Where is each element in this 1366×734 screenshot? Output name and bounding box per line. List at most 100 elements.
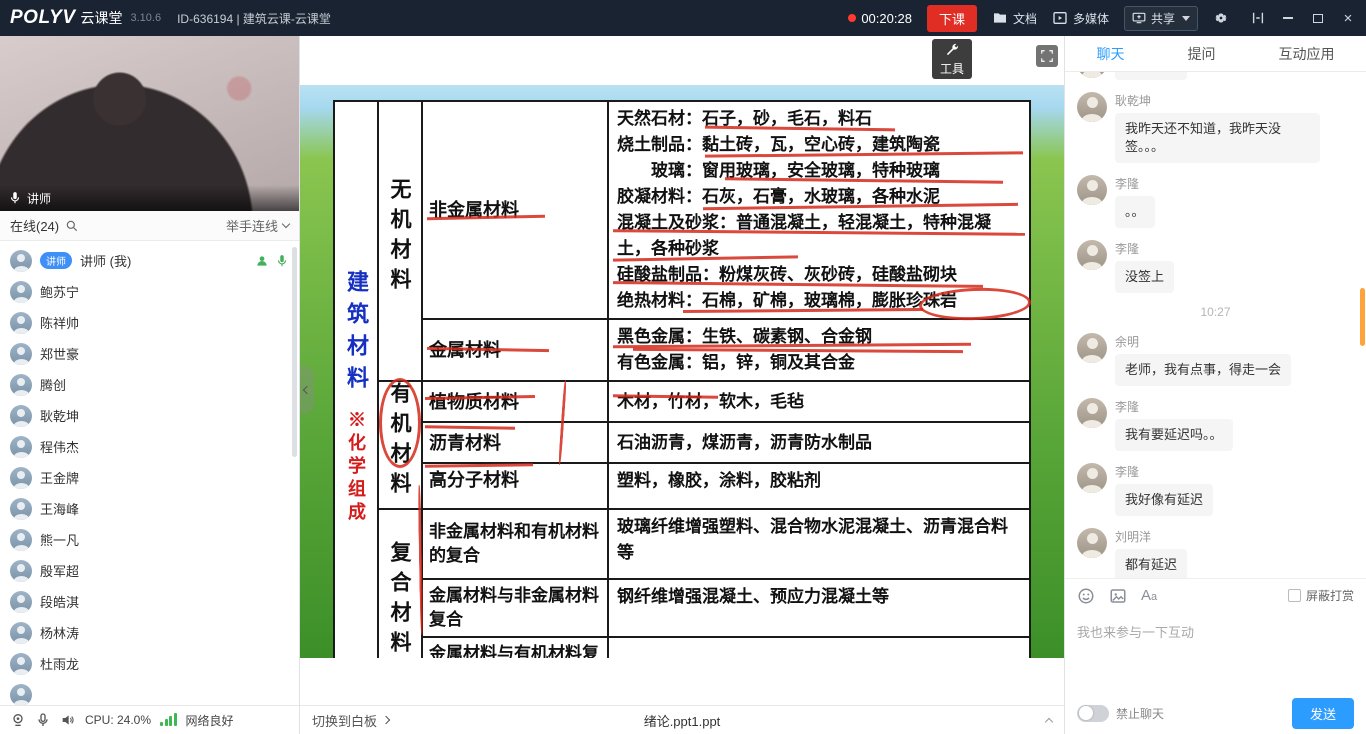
row-label: 非金属材料 bbox=[422, 101, 608, 319]
online-count: 在线(24) bbox=[10, 216, 59, 235]
participant-row[interactable]: 腾创 bbox=[0, 369, 299, 400]
chat-input[interactable] bbox=[1065, 612, 1366, 692]
participant-row[interactable]: 殷军超 bbox=[0, 555, 299, 586]
camera-role-label: 讲师 bbox=[27, 190, 51, 207]
avatar bbox=[10, 653, 32, 675]
participant-name: 陈祥帅 bbox=[40, 313, 79, 332]
avatar bbox=[10, 498, 32, 520]
minimize-button[interactable] bbox=[1280, 10, 1296, 26]
slide-canvas[interactable]: 建筑材料※化学组成 无机材料 非金属材料 天然石材：石子，砂，毛石，料石 烧土制… bbox=[300, 85, 1064, 658]
chat-message-list[interactable]: 签不了了 耿乾坤 我昨天还不知道，我昨天没签。。。 bbox=[1065, 72, 1366, 578]
chat-message: 余明 老师，我有点事，得走一会 bbox=[1077, 333, 1354, 386]
fullscreen-icon bbox=[1040, 49, 1054, 63]
forbid-chat-toggle[interactable] bbox=[1077, 705, 1109, 722]
avatar bbox=[1077, 398, 1107, 428]
side-title-red: ※化学组成 bbox=[346, 410, 366, 525]
close-button[interactable]: × bbox=[1340, 10, 1356, 26]
participant-name: 鲍苏宁 bbox=[40, 282, 79, 301]
camera-on-icon bbox=[255, 254, 269, 268]
gear-icon bbox=[1213, 10, 1229, 26]
avatar bbox=[1077, 72, 1107, 78]
compact-mode-button[interactable] bbox=[1250, 10, 1266, 26]
collapse-sidebar-button[interactable] bbox=[300, 366, 314, 414]
chat-bubble: 都有延迟 bbox=[1115, 549, 1187, 578]
avatar bbox=[10, 374, 32, 396]
participant-name: 腾创 bbox=[40, 375, 66, 394]
chat-bubble: 我有要延迟吗。。 bbox=[1115, 419, 1233, 451]
font-size-icon[interactable]: Aa bbox=[1141, 587, 1157, 604]
avatar bbox=[10, 684, 32, 706]
emoji-icon[interactable] bbox=[1077, 587, 1095, 605]
network-status: 网络良好 bbox=[186, 712, 234, 729]
row-detail: 木材，竹材，软木，毛毡 bbox=[608, 381, 1030, 422]
participant-row[interactable]: 王金牌 bbox=[0, 462, 299, 493]
document-button[interactable]: 文档 bbox=[992, 10, 1037, 27]
tab-chat[interactable]: 聊天 bbox=[1091, 44, 1131, 64]
chat-scrollbar[interactable] bbox=[1360, 288, 1365, 346]
participant-row[interactable]: 郑世豪 bbox=[0, 338, 299, 369]
teacher-camera-video[interactable]: 讲师 bbox=[0, 36, 299, 211]
stage-bottom-bar: 绪论.ppt1.ppt 切换到白板 bbox=[300, 705, 1064, 734]
row-detail: 玻璃纤维增强塑料、混合物水泥混凝土、沥青混合料等 bbox=[608, 509, 1030, 579]
chat-input-area bbox=[1065, 612, 1366, 692]
tools-button[interactable]: 工具 bbox=[932, 39, 972, 79]
avatar bbox=[10, 343, 32, 365]
close-icon: × bbox=[1344, 11, 1353, 26]
participant-row[interactable]: 熊一凡 bbox=[0, 524, 299, 555]
session-title: ID-636194 | 建筑云课-云课堂 bbox=[177, 10, 331, 27]
recording-dot-icon bbox=[848, 14, 856, 22]
maximize-button[interactable] bbox=[1310, 10, 1326, 26]
row-label: 金属材料与非金属材料复合 bbox=[422, 579, 608, 637]
participant-scrollbar[interactable] bbox=[292, 247, 297, 457]
speaker-icon[interactable] bbox=[60, 712, 76, 728]
participant-name: 郑世豪 bbox=[40, 344, 79, 363]
category-composite: 复合材料 bbox=[378, 509, 422, 658]
participant-row[interactable]: 耿乾坤 bbox=[0, 400, 299, 431]
chat-bubble: 老师，我有点事，得走一会 bbox=[1115, 354, 1291, 386]
class-timer: 00:20:28 bbox=[848, 11, 912, 26]
chat-sender-name: 余明 bbox=[1115, 333, 1291, 350]
share-screen-icon bbox=[1132, 11, 1146, 25]
search-icon[interactable] bbox=[65, 219, 79, 233]
mic-icon[interactable] bbox=[35, 712, 51, 728]
current-file-name: 绪论.ppt1.ppt bbox=[300, 711, 1064, 730]
participant-name: 王金牌 bbox=[40, 468, 79, 487]
row-label: 金属材料与有机材料复合 bbox=[422, 637, 608, 658]
participant-row[interactable] bbox=[0, 679, 299, 705]
multimedia-button[interactable]: 多媒体 bbox=[1052, 10, 1109, 27]
chat-message: 耿乾坤 我昨天还不知道，我昨天没签。。。 bbox=[1077, 92, 1354, 163]
chat-message: 李隆 。。 bbox=[1077, 175, 1354, 228]
settings-button[interactable] bbox=[1213, 10, 1229, 26]
tab-question[interactable]: 提问 bbox=[1182, 44, 1222, 64]
participant-row[interactable]: 陈祥帅 bbox=[0, 307, 299, 338]
tab-interactive-apps[interactable]: 互动应用 bbox=[1273, 44, 1341, 64]
fullscreen-button[interactable] bbox=[1036, 45, 1058, 67]
tools-label: 工具 bbox=[940, 60, 964, 77]
send-button[interactable]: 发送 bbox=[1292, 698, 1354, 729]
participant-row[interactable]: 讲师 讲师 (我) bbox=[0, 245, 299, 276]
participant-row[interactable]: 杜雨龙 bbox=[0, 648, 299, 679]
cpu-usage: CPU: 24.0% bbox=[85, 713, 151, 727]
participant-row[interactable]: 杨林涛 bbox=[0, 617, 299, 648]
end-class-button[interactable]: 下课 bbox=[927, 5, 977, 32]
participant-row[interactable]: 段皓淇 bbox=[0, 586, 299, 617]
participant-name: 杜雨龙 bbox=[40, 654, 79, 673]
presentation-stage: 建筑材料※化学组成 无机材料 非金属材料 天然石材：石子，砂，毛石，料石 烧土制… bbox=[300, 36, 1064, 734]
row-detail: 石油沥青，煤沥青，沥青防水制品 bbox=[608, 422, 1030, 463]
webcam-icon[interactable] bbox=[10, 712, 26, 728]
raise-hand-button[interactable]: 举手连线 bbox=[226, 216, 289, 235]
participant-row[interactable]: 鲍苏宁 bbox=[0, 276, 299, 307]
participant-row[interactable]: 程伟杰 bbox=[0, 431, 299, 462]
participant-row[interactable]: 王海峰 bbox=[0, 493, 299, 524]
row-label: 植物质材料 bbox=[422, 381, 608, 422]
participant-status-icons bbox=[255, 254, 289, 268]
share-dropdown-icon bbox=[1182, 16, 1190, 21]
share-button[interactable]: 共享 bbox=[1124, 6, 1198, 31]
mic-icon bbox=[8, 191, 22, 205]
chat-message: 签不了了 bbox=[1077, 72, 1354, 80]
image-icon[interactable] bbox=[1109, 587, 1127, 605]
doc-panel-expand-button[interactable] bbox=[1046, 713, 1052, 728]
block-reward-checkbox[interactable] bbox=[1288, 589, 1301, 602]
participant-name: 殷军超 bbox=[40, 561, 79, 580]
switch-to-whiteboard-button[interactable]: 切换到白板 bbox=[312, 711, 389, 730]
